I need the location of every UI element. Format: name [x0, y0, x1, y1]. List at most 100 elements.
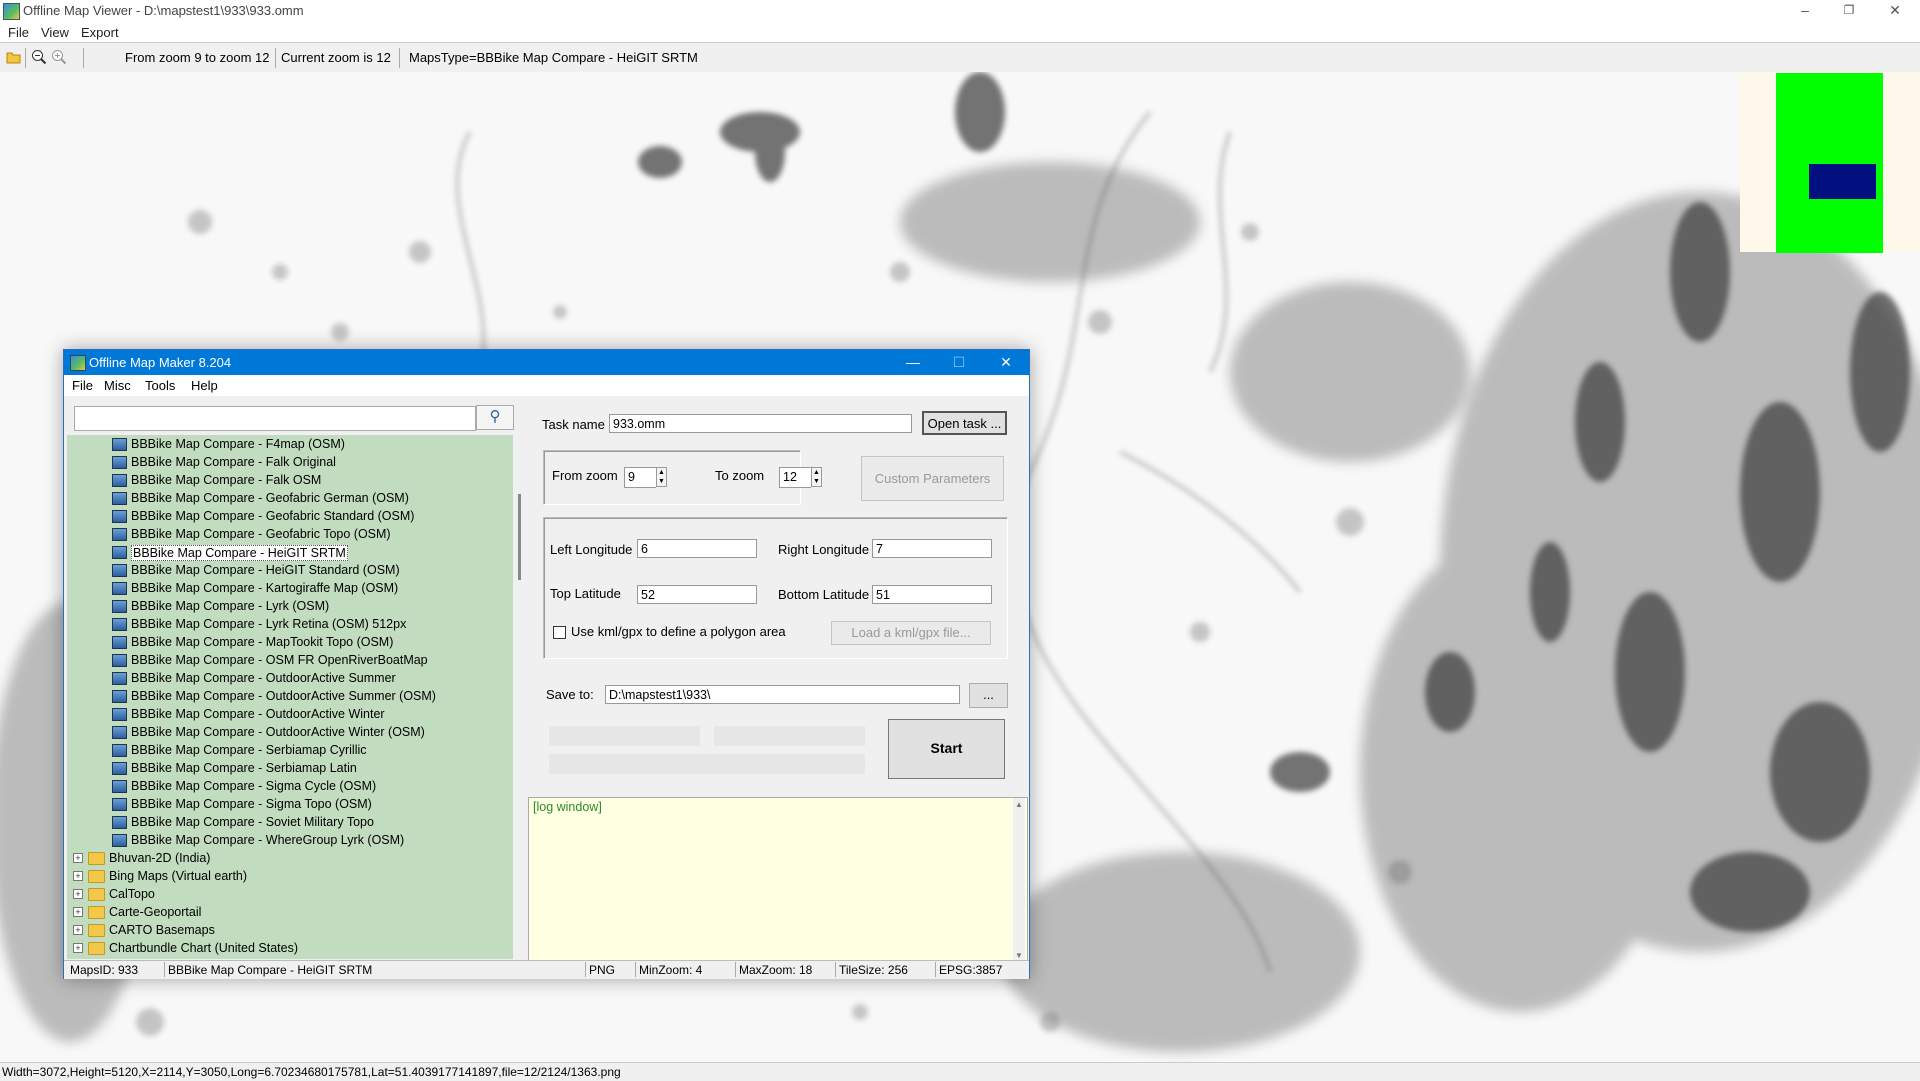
- to-zoom-label: To zoom: [715, 468, 765, 483]
- map-tile-icon: [112, 834, 127, 847]
- tree-map-item[interactable]: BBBike Map Compare - WhereGroup Lyrk (OS…: [67, 831, 513, 849]
- dialog-menu-help[interactable]: Help: [191, 378, 218, 393]
- tree-folder[interactable]: + CalTopo: [67, 885, 513, 903]
- tree-folder-label: Bing Maps (Virtual earth): [109, 869, 248, 883]
- tree-item-label: BBBike Map Compare - OSM FR OpenRiverBoa…: [131, 653, 428, 667]
- load-kml-button[interactable]: Load a kml/gpx file...: [831, 621, 991, 645]
- tree-map-item[interactable]: BBBike Map Compare - OutdoorActive Summe…: [67, 669, 513, 687]
- tree-map-item[interactable]: BBBike Map Compare - Falk OSM: [67, 471, 513, 489]
- kml-checkbox[interactable]: [553, 626, 566, 639]
- tree-map-item[interactable]: BBBike Map Compare - OSM FR OpenRiverBoa…: [67, 651, 513, 669]
- map-source-tree[interactable]: BBBike Map Compare - F4map (OSM) BBBike M…: [67, 435, 513, 959]
- tree-map-item[interactable]: BBBike Map Compare - HeiGIT SRTM: [67, 543, 513, 561]
- custom-parameters-button[interactable]: Custom Parameters: [861, 456, 1004, 501]
- dialog-title-bar[interactable]: Offline Map Maker 8.204 — ☐ ✕: [64, 350, 1029, 375]
- tree-map-item[interactable]: BBBike Map Compare - Sigma Cycle (OSM): [67, 777, 513, 795]
- tree-folder[interactable]: + CARTO Basemaps: [67, 921, 513, 939]
- menu-view[interactable]: View: [41, 25, 69, 40]
- tree-map-item[interactable]: BBBike Map Compare - Geofabric German (O…: [67, 489, 513, 507]
- kml-checkbox-label: Use kml/gpx to define a polygon area: [571, 624, 786, 639]
- tree-folder[interactable]: + Bing Maps (Virtual earth): [67, 867, 513, 885]
- tree-map-item[interactable]: BBBike Map Compare - Serbiamap Latin: [67, 759, 513, 777]
- zoom-range-text: From zoom 9 to zoom 12: [125, 50, 270, 65]
- log-window[interactable]: [log window]: [528, 797, 1028, 965]
- zoom-in-icon[interactable]: [51, 49, 67, 65]
- tree-map-item[interactable]: BBBike Map Compare - Kartogiraffe Map (O…: [67, 579, 513, 597]
- tree-map-item[interactable]: BBBike Map Compare - HeiGIT Standard (OS…: [67, 561, 513, 579]
- tree-item-label: BBBike Map Compare - Lyrk Retina (OSM) 5…: [131, 617, 407, 631]
- tree-map-item[interactable]: BBBike Map Compare - Lyrk (OSM): [67, 597, 513, 615]
- dialog-status-bar: MapsID: 933 BBBike Map Compare - HeiGIT …: [64, 960, 1029, 979]
- dialog-menu-misc[interactable]: Misc: [104, 378, 131, 393]
- expand-icon[interactable]: +: [73, 943, 83, 953]
- map-tile-icon: [112, 672, 127, 685]
- dialog-menu-tools[interactable]: Tools: [145, 378, 175, 393]
- search-icon[interactable]: ⚲: [476, 405, 514, 430]
- tree-folder[interactable]: + Carte-Geoportail: [67, 903, 513, 921]
- expand-icon[interactable]: +: [73, 853, 83, 863]
- task-name-input[interactable]: 933.omm: [609, 414, 912, 433]
- tree-item-label: BBBike Map Compare - Sigma Cycle (OSM): [131, 779, 377, 793]
- main-menu-bar: File View Export: [0, 22, 1920, 42]
- map-tile-icon: [112, 744, 127, 757]
- expand-icon[interactable]: +: [73, 871, 83, 881]
- tree-map-item[interactable]: BBBike Map Compare - MapTookit Topo (OSM…: [67, 633, 513, 651]
- to-zoom-input[interactable]: 12: [779, 467, 811, 488]
- open-task-button[interactable]: Open task ...: [922, 411, 1007, 435]
- open-folder-icon[interactable]: [6, 50, 22, 64]
- dialog-minimize-icon[interactable]: —: [891, 350, 935, 375]
- map-tile-icon: [112, 528, 127, 541]
- map-search-input[interactable]: [74, 406, 476, 431]
- top-latitude-input[interactable]: 52: [637, 585, 757, 604]
- tree-map-item[interactable]: BBBike Map Compare - OutdoorActive Summe…: [67, 687, 513, 705]
- browse-button[interactable]: ...: [969, 683, 1008, 708]
- tree-folder-label: CalTopo: [109, 887, 155, 901]
- tree-scrollbar-thumb[interactable]: [518, 494, 521, 580]
- expand-icon[interactable]: +: [73, 889, 83, 899]
- tree-map-item[interactable]: BBBike Map Compare - Geofabric Topo (OSM…: [67, 525, 513, 543]
- tree-map-item[interactable]: BBBike Map Compare - Soviet Military Top…: [67, 813, 513, 831]
- minimize-icon[interactable]: –: [1782, 0, 1828, 22]
- right-longitude-input[interactable]: 7: [872, 539, 992, 558]
- expand-icon[interactable]: +: [73, 907, 83, 917]
- start-button[interactable]: Start: [888, 719, 1005, 779]
- menu-export[interactable]: Export: [81, 25, 119, 40]
- progress-bar-1: [549, 726, 700, 746]
- tree-map-item[interactable]: BBBike Map Compare - F4map (OSM): [67, 435, 513, 453]
- overview-viewport[interactable]: [1809, 164, 1876, 199]
- tree-map-item[interactable]: BBBike Map Compare - Sigma Topo (OSM): [67, 795, 513, 813]
- tree-item-label: BBBike Map Compare - MapTookit Topo (OSM…: [131, 635, 394, 649]
- tree-map-item[interactable]: BBBike Map Compare - Geofabric Standard …: [67, 507, 513, 525]
- menu-file[interactable]: File: [8, 25, 29, 40]
- log-scrollbar[interactable]: ▲ ▼: [1013, 798, 1025, 962]
- folder-icon: [88, 888, 105, 901]
- expand-icon[interactable]: +: [73, 925, 83, 935]
- tree-item-label: BBBike Map Compare - Geofabric Standard …: [131, 509, 415, 523]
- save-path-input[interactable]: D:\mapstest1\933\: [605, 685, 960, 704]
- left-longitude-input[interactable]: 6: [637, 539, 757, 558]
- map-tile-icon: [112, 456, 127, 469]
- tree-folder[interactable]: + Chartbundle Chart (United States): [67, 939, 513, 957]
- tree-map-item[interactable]: BBBike Map Compare - Serbiamap Cyrillic: [67, 741, 513, 759]
- dialog-maximize-icon[interactable]: ☐: [937, 350, 981, 375]
- bottom-latitude-input[interactable]: 51: [872, 585, 992, 604]
- dialog-menu-file[interactable]: File: [72, 378, 93, 393]
- tree-item-label: BBBike Map Compare - HeiGIT SRTM: [131, 545, 348, 561]
- zoom-out-icon[interactable]: [31, 49, 47, 65]
- tree-map-item[interactable]: BBBike Map Compare - Lyrk Retina (OSM) 5…: [67, 615, 513, 633]
- restore-icon[interactable]: ❐: [1826, 0, 1872, 22]
- from-zoom-input[interactable]: 9: [624, 467, 656, 488]
- tree-map-item[interactable]: BBBike Map Compare - Falk Original: [67, 453, 513, 471]
- tree-map-item[interactable]: BBBike Map Compare - OutdoorActive Winte…: [67, 705, 513, 723]
- tree-folder[interactable]: + Bhuvan-2D (India): [67, 849, 513, 867]
- map-tile-icon: [112, 492, 127, 505]
- tree-folder-label: Carte-Geoportail: [109, 905, 202, 919]
- to-zoom-stepper[interactable]: ▲ ▼: [811, 467, 822, 487]
- from-zoom-stepper[interactable]: ▲ ▼: [656, 467, 667, 487]
- close-icon[interactable]: ✕: [1872, 0, 1918, 22]
- dialog-menu-bar: File Misc Tools Help: [64, 375, 1029, 396]
- tree-item-label: BBBike Map Compare - Serbiamap Cyrillic: [131, 743, 367, 757]
- tree-map-item[interactable]: BBBike Map Compare - OutdoorActive Winte…: [67, 723, 513, 741]
- map-tile-icon: [112, 780, 127, 793]
- dialog-close-icon[interactable]: ✕: [984, 350, 1028, 375]
